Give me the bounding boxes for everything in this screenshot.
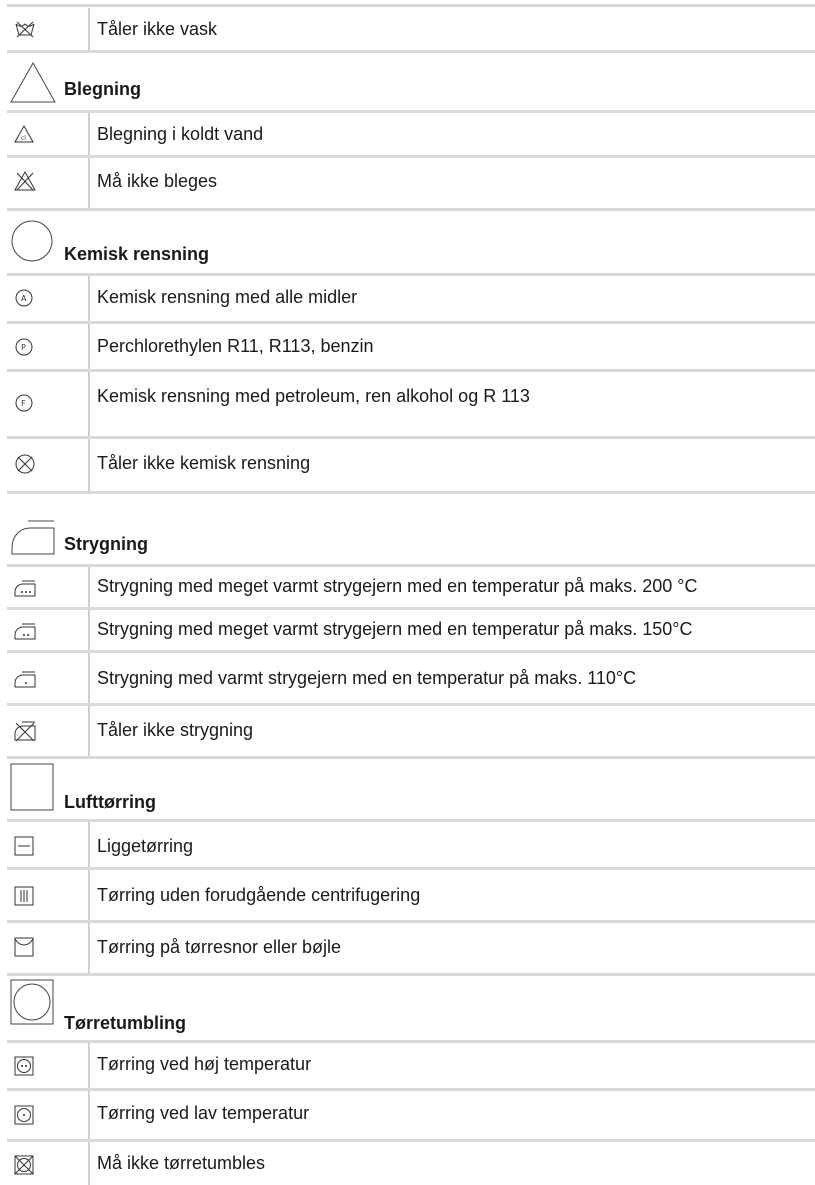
no-wash-icon [15,21,35,38]
tumble-high-icon [14,1056,34,1076]
row-text: Må ikke tørretumbles [97,1153,266,1173]
row-text: Kemisk rensning med alle midler [97,287,358,307]
list-item: cl Blegning i koldt vand [7,113,815,155]
section-title: Lufttørring [64,792,156,812]
list-item: F Kemisk rensning med petroleum, ren alk… [7,372,815,436]
iron-1dot-icon [14,671,36,688]
list-item: Tørring ved høj temperatur [7,1043,815,1088]
svg-text:A: A [21,294,27,303]
list-item: Tåler ikke vask [7,8,815,50]
row-text: Må ikke bleges [97,171,218,191]
list-item: Strygning med meget varmt strygejern med… [7,610,815,650]
row-text: Tåler ikke vask [97,19,218,39]
list-item: Må ikke bleges [7,158,815,208]
air-dry-square-icon [10,763,54,811]
list-item: Liggetørring [7,822,815,867]
section-header-kemisk-rensning: Kemisk rensning [7,211,815,273]
section-title: Tørretumbling [64,1013,186,1033]
row-text: Tåler ikke kemisk rensning [97,453,311,473]
row-text: Strygning med meget varmt strygejern med… [97,576,698,596]
row-text: Tåler ikke strygning [97,720,254,740]
row-text: Tørring uden forudgående centrifugering [97,885,421,905]
iron-3dot-icon [14,580,36,597]
row-text: Strygning med varmt strygejern med en te… [97,668,637,688]
list-item: Må ikke tørretumbles [7,1142,815,1185]
section-header-blegning: Blegning [7,53,815,110]
tumble-dry-icon [10,979,54,1025]
svg-text:cl: cl [21,135,26,142]
row-text: Perchlorethylen R11, R113, benzin [97,336,374,356]
list-item: Tørring ved lav temperatur [7,1091,815,1139]
dry-clean-circle-icon [11,220,53,262]
list-item: P Perchlorethylen R11, R113, benzin [7,324,815,369]
list-item: Strygning med meget varmt strygejern med… [7,567,815,607]
section-title: Kemisk rensning [64,244,210,264]
no-bleach-icon [14,170,36,191]
list-item: Tåler ikke strygning [7,706,815,756]
iron-2dot-icon [14,623,36,640]
dry-clean-a-icon: A [15,289,33,307]
tumble-low-icon [14,1105,34,1125]
line-dry-icon [14,937,34,957]
drip-dry-icon [14,886,34,906]
no-tumble-icon [14,1155,34,1175]
row-text: Strygning med meget varmt strygejern med… [97,619,693,639]
section-header-strygning: Strygning [7,494,815,564]
list-item: A Kemisk rensning med alle midler [7,276,815,321]
bleach-triangle-icon [10,61,56,103]
dry-clean-f-icon: F [15,394,33,412]
list-item: Tørring på tørresnor eller bøjle [7,923,815,973]
svg-text:F: F [21,399,26,408]
section-title: Strygning [64,534,148,554]
row-text: Blegning i koldt vand [97,124,264,144]
row-text: Kemisk rensning med petroleum, ren alkoh… [97,386,530,406]
list-item: Strygning med varmt strygejern med en te… [7,653,815,703]
list-item: Tørring uden forudgående centrifugering [7,870,815,920]
row-text: Tørring på tørresnor eller bøjle [97,937,342,957]
row-text: Tørring ved lav temperatur [97,1103,310,1123]
bleach-cold-icon: cl [14,124,34,143]
no-iron-icon [14,721,36,742]
iron-icon [11,520,55,555]
list-item: Tåler ikke kemisk rensning [7,439,815,491]
table-top-border [7,4,815,7]
row-text: Liggetørring [97,836,194,856]
no-dry-clean-icon [15,454,35,474]
row-text: Tørring ved høj temperatur [97,1054,312,1074]
section-header-lufttorring: Lufttørring [7,759,815,819]
dry-clean-p-icon: P [15,338,33,356]
svg-text:P: P [21,343,26,352]
section-header-torretumbling: Tørretumbling [7,976,815,1040]
section-title: Blegning [64,79,141,99]
dry-flat-icon [14,836,34,856]
